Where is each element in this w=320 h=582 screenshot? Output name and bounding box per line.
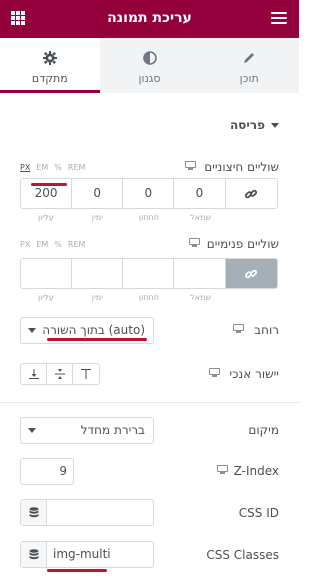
- padding-bottom-input[interactable]: [123, 259, 175, 288]
- align-top-icon: [81, 369, 91, 379]
- width-label: רוחב: [254, 323, 279, 337]
- link-values-button[interactable]: [226, 179, 278, 208]
- position-select[interactable]: ברירת מחדל: [20, 417, 154, 444]
- unit-percent[interactable]: %: [54, 163, 62, 172]
- annotation-underline: [47, 569, 107, 572]
- pencil-icon: [199, 50, 299, 66]
- vertical-align-label: יישור אנכי: [229, 367, 279, 381]
- align-top-button[interactable]: [73, 364, 99, 384]
- panel-tabs: מתקדם סגנון תוכן: [0, 38, 299, 93]
- chevron-down-icon: [28, 428, 36, 433]
- unit-rem[interactable]: REM: [68, 240, 86, 249]
- margin-bottom-input[interactable]: 0: [123, 179, 175, 208]
- align-middle-icon: [54, 369, 65, 379]
- menu-icon[interactable]: [271, 12, 287, 25]
- tab-content-label: תוכן: [239, 72, 259, 85]
- gear-icon: [0, 50, 100, 66]
- panel-header: עריכת תמונה: [0, 0, 299, 38]
- align-middle-button[interactable]: [47, 364, 73, 384]
- dynamic-tags-button[interactable]: [21, 542, 47, 567]
- side-label-top: עליון: [37, 293, 54, 302]
- tab-advanced-label: מתקדם: [31, 72, 68, 85]
- position-select-value: ברירת מחדל: [80, 423, 145, 437]
- margin-units: PX EM % REM: [20, 163, 85, 172]
- unit-em[interactable]: EM: [36, 163, 48, 172]
- padding-left-input[interactable]: [174, 259, 226, 288]
- contrast-icon: [100, 50, 200, 66]
- dynamic-tags-button[interactable]: [21, 500, 47, 525]
- vertical-align-buttons: [20, 363, 100, 385]
- align-bottom-icon: [28, 369, 39, 379]
- css-classes-value: img-multi: [53, 547, 111, 561]
- padding-right-input[interactable]: [72, 259, 124, 288]
- css-id-input[interactable]: [20, 499, 154, 526]
- link-values-button[interactable]: [225, 259, 277, 288]
- desktop-icon[interactable]: [189, 238, 200, 248]
- zindex-label: Z-Index: [233, 464, 279, 478]
- padding-side-labels: עליון ימין תחתון שמאל: [20, 293, 278, 302]
- database-icon: [29, 549, 38, 560]
- side-label-bottom: תחתון: [138, 213, 160, 222]
- unit-rem[interactable]: REM: [68, 163, 86, 172]
- margin-label: שוליים חיצוניים: [204, 160, 279, 174]
- position-label: מיקום: [248, 423, 279, 437]
- desktop-icon[interactable]: [233, 324, 244, 334]
- padding-inputs: [20, 258, 278, 289]
- margin-right-input[interactable]: 0: [72, 179, 124, 208]
- css-id-label: CSS ID: [238, 506, 279, 520]
- unit-px[interactable]: PX: [20, 163, 30, 172]
- desktop-icon[interactable]: [185, 161, 196, 171]
- padding-label: שוליים פנימיים: [206, 237, 279, 251]
- css-classes-label: CSS Classes: [206, 548, 279, 562]
- unit-percent[interactable]: %: [54, 240, 62, 249]
- align-bottom-button[interactable]: [21, 364, 47, 384]
- section-divider: [0, 402, 299, 403]
- desktop-icon[interactable]: [217, 465, 228, 475]
- tab-advanced[interactable]: מתקדם: [0, 38, 100, 93]
- link-icon: [245, 189, 258, 198]
- side-label-right: ימין: [91, 293, 103, 302]
- section-layout-title: פריסה: [229, 118, 265, 132]
- side-label-left: שמאל: [190, 213, 212, 222]
- css-classes-input[interactable]: img-multi: [20, 541, 154, 568]
- tab-content[interactable]: תוכן: [199, 38, 299, 93]
- database-icon: [29, 507, 38, 518]
- link-icon: [245, 269, 258, 278]
- section-layout-toggle[interactable]: פריסה: [230, 118, 279, 132]
- side-label-top: עליון: [37, 213, 54, 222]
- chevron-down-icon: [28, 328, 36, 333]
- side-label-right: ימין: [91, 213, 103, 222]
- unit-em[interactable]: EM: [36, 240, 48, 249]
- zindex-input[interactable]: 9: [20, 458, 74, 485]
- margin-side-labels: עליון ימין תחתון שמאל: [20, 213, 278, 222]
- unit-px[interactable]: PX: [20, 240, 30, 249]
- panel-title: עריכת תמונה: [107, 10, 192, 26]
- desktop-icon[interactable]: [209, 368, 220, 378]
- caret-down-icon: [271, 123, 279, 128]
- side-label-bottom: תחתון: [138, 293, 160, 302]
- padding-units: PX EM % REM: [20, 240, 85, 249]
- annotation-underline: [47, 338, 147, 341]
- width-select-value: בתוך השורה (auto): [42, 323, 145, 337]
- annotation-underline: [31, 183, 67, 186]
- side-label-left: שמאל: [190, 293, 212, 302]
- tab-style[interactable]: סגנון: [100, 38, 200, 93]
- tab-style-label: סגנון: [138, 72, 161, 85]
- padding-top-input[interactable]: [21, 259, 73, 288]
- margin-left-input[interactable]: 0: [174, 179, 226, 208]
